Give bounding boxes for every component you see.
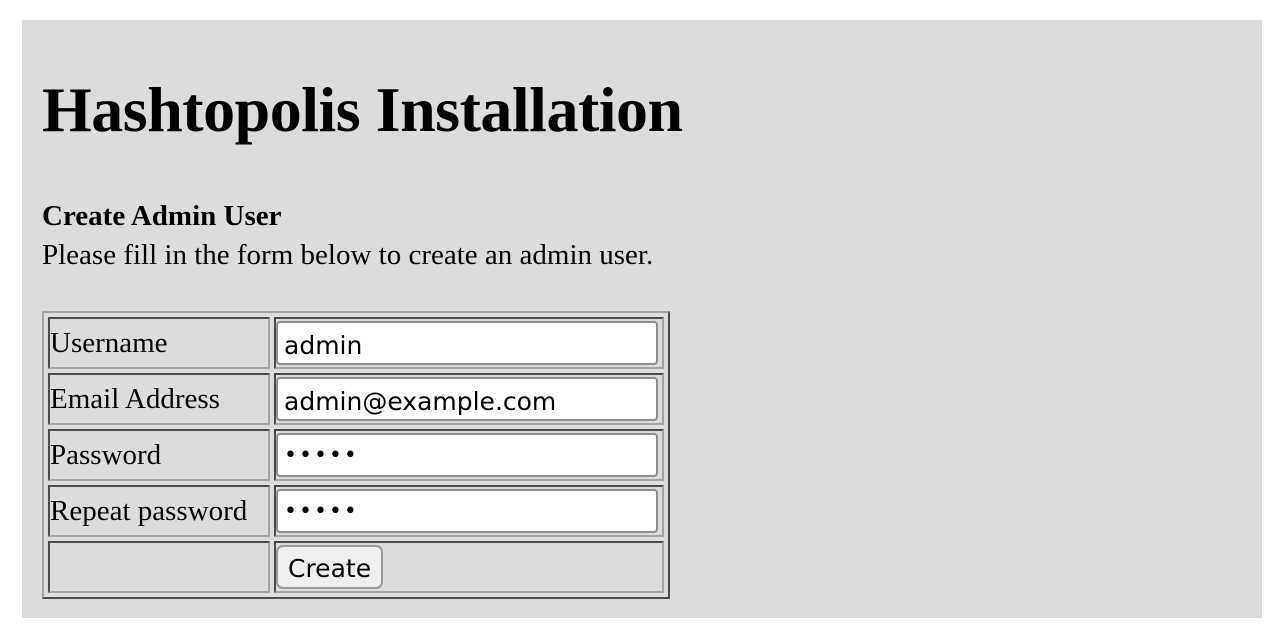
username-input[interactable] [276, 321, 658, 365]
username-cell [274, 317, 664, 369]
form-row-password: Password [48, 429, 664, 481]
repeat-password-input[interactable] [276, 489, 658, 533]
install-panel: Hashtopolis Installation Create Admin Us… [22, 20, 1262, 618]
form-row-email: Email Address [48, 373, 664, 425]
create-button[interactable]: Create [276, 545, 384, 589]
username-label: Username [48, 317, 270, 369]
empty-cell [48, 541, 270, 593]
password-cell [274, 429, 664, 481]
create-admin-table: Username Email Address Password Repeat p… [42, 311, 670, 599]
password-input[interactable] [276, 433, 658, 477]
password-label: Password [48, 429, 270, 481]
repeat-password-label: Repeat password [48, 485, 270, 537]
form-row-username: Username [48, 317, 664, 369]
form-row-submit: Create [48, 541, 664, 593]
email-cell [274, 373, 664, 425]
repeat-password-cell [274, 485, 664, 537]
email-input[interactable] [276, 377, 658, 421]
email-label: Email Address [48, 373, 270, 425]
section-description: Please fill in the form below to create … [42, 239, 654, 271]
submit-cell: Create [274, 541, 664, 593]
page-title: Hashtopolis Installation [42, 74, 683, 145]
section-title: Create Admin User [42, 200, 282, 232]
form-row-repeat-password: Repeat password [48, 485, 664, 537]
